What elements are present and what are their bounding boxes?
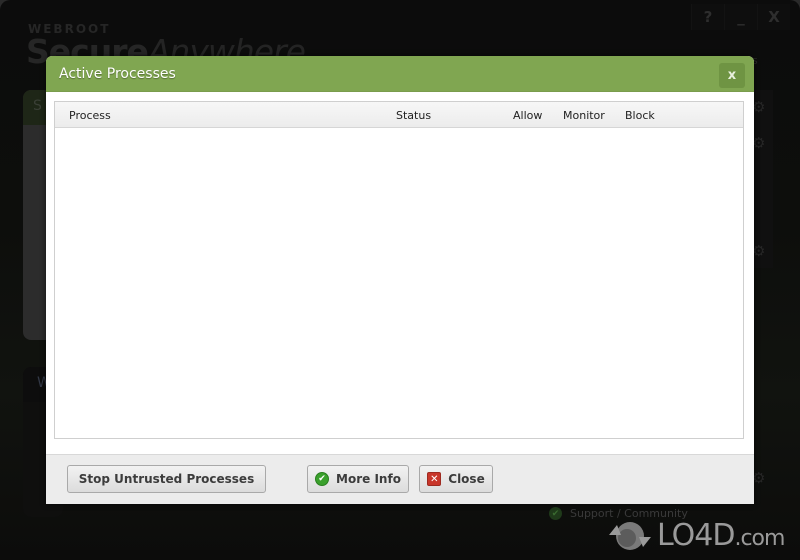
- column-header-allow[interactable]: Allow: [513, 109, 542, 122]
- close-label: Close: [448, 472, 485, 486]
- watermark: LO4D.com: [607, 518, 785, 553]
- window-controls: ? _ X: [691, 4, 790, 30]
- table-body: [55, 128, 743, 438]
- dialog-title: Active Processes: [59, 65, 176, 82]
- close-button[interactable]: ✕ Close: [419, 465, 493, 493]
- lo4d-logo-icon: [609, 521, 651, 550]
- watermark-text: LO4D.com: [657, 518, 785, 553]
- dialog-footer: Stop Untrusted Processes ✔ More Info ✕ C…: [46, 454, 754, 504]
- close-x-icon: ✕: [427, 472, 442, 486]
- active-processes-dialog: Active Processes x Process Status Allow …: [46, 56, 754, 504]
- column-header-monitor[interactable]: Monitor: [563, 109, 605, 122]
- help-button[interactable]: ?: [691, 4, 724, 30]
- window-close-button[interactable]: X: [757, 4, 790, 30]
- column-header-process[interactable]: Process: [69, 109, 111, 122]
- dialog-header: Active Processes x: [46, 56, 754, 92]
- process-table: Process Status Allow Monitor Block: [54, 101, 744, 439]
- column-header-status[interactable]: Status: [396, 109, 431, 122]
- watermark-suffix: .com: [734, 526, 785, 551]
- gear-icon[interactable]: ⚙: [752, 242, 765, 260]
- dialog-close-button[interactable]: x: [719, 63, 745, 88]
- more-info-button[interactable]: ✔ More Info: [307, 465, 409, 493]
- stop-untrusted-processes-label: Stop Untrusted Processes: [78, 472, 255, 486]
- minimize-button[interactable]: _: [724, 4, 757, 30]
- table-header: Process Status Allow Monitor Block: [55, 102, 743, 128]
- more-info-label: More Info: [336, 472, 401, 486]
- gear-icon[interactable]: ⚙: [752, 134, 765, 152]
- column-header-block[interactable]: Block: [625, 109, 655, 122]
- stop-untrusted-processes-button[interactable]: Stop Untrusted Processes: [67, 465, 266, 493]
- check-icon: ✔: [549, 507, 562, 520]
- webroot-main-window: WEBROOT SecureAnywhere ? _ X S W s ⚙ ⚙ ⚙…: [0, 0, 800, 560]
- gear-icon[interactable]: ⚙: [752, 98, 765, 116]
- check-circle-icon: ✔: [315, 472, 330, 486]
- watermark-brand: LO4D: [657, 518, 735, 553]
- gear-icon[interactable]: ⚙: [752, 469, 765, 487]
